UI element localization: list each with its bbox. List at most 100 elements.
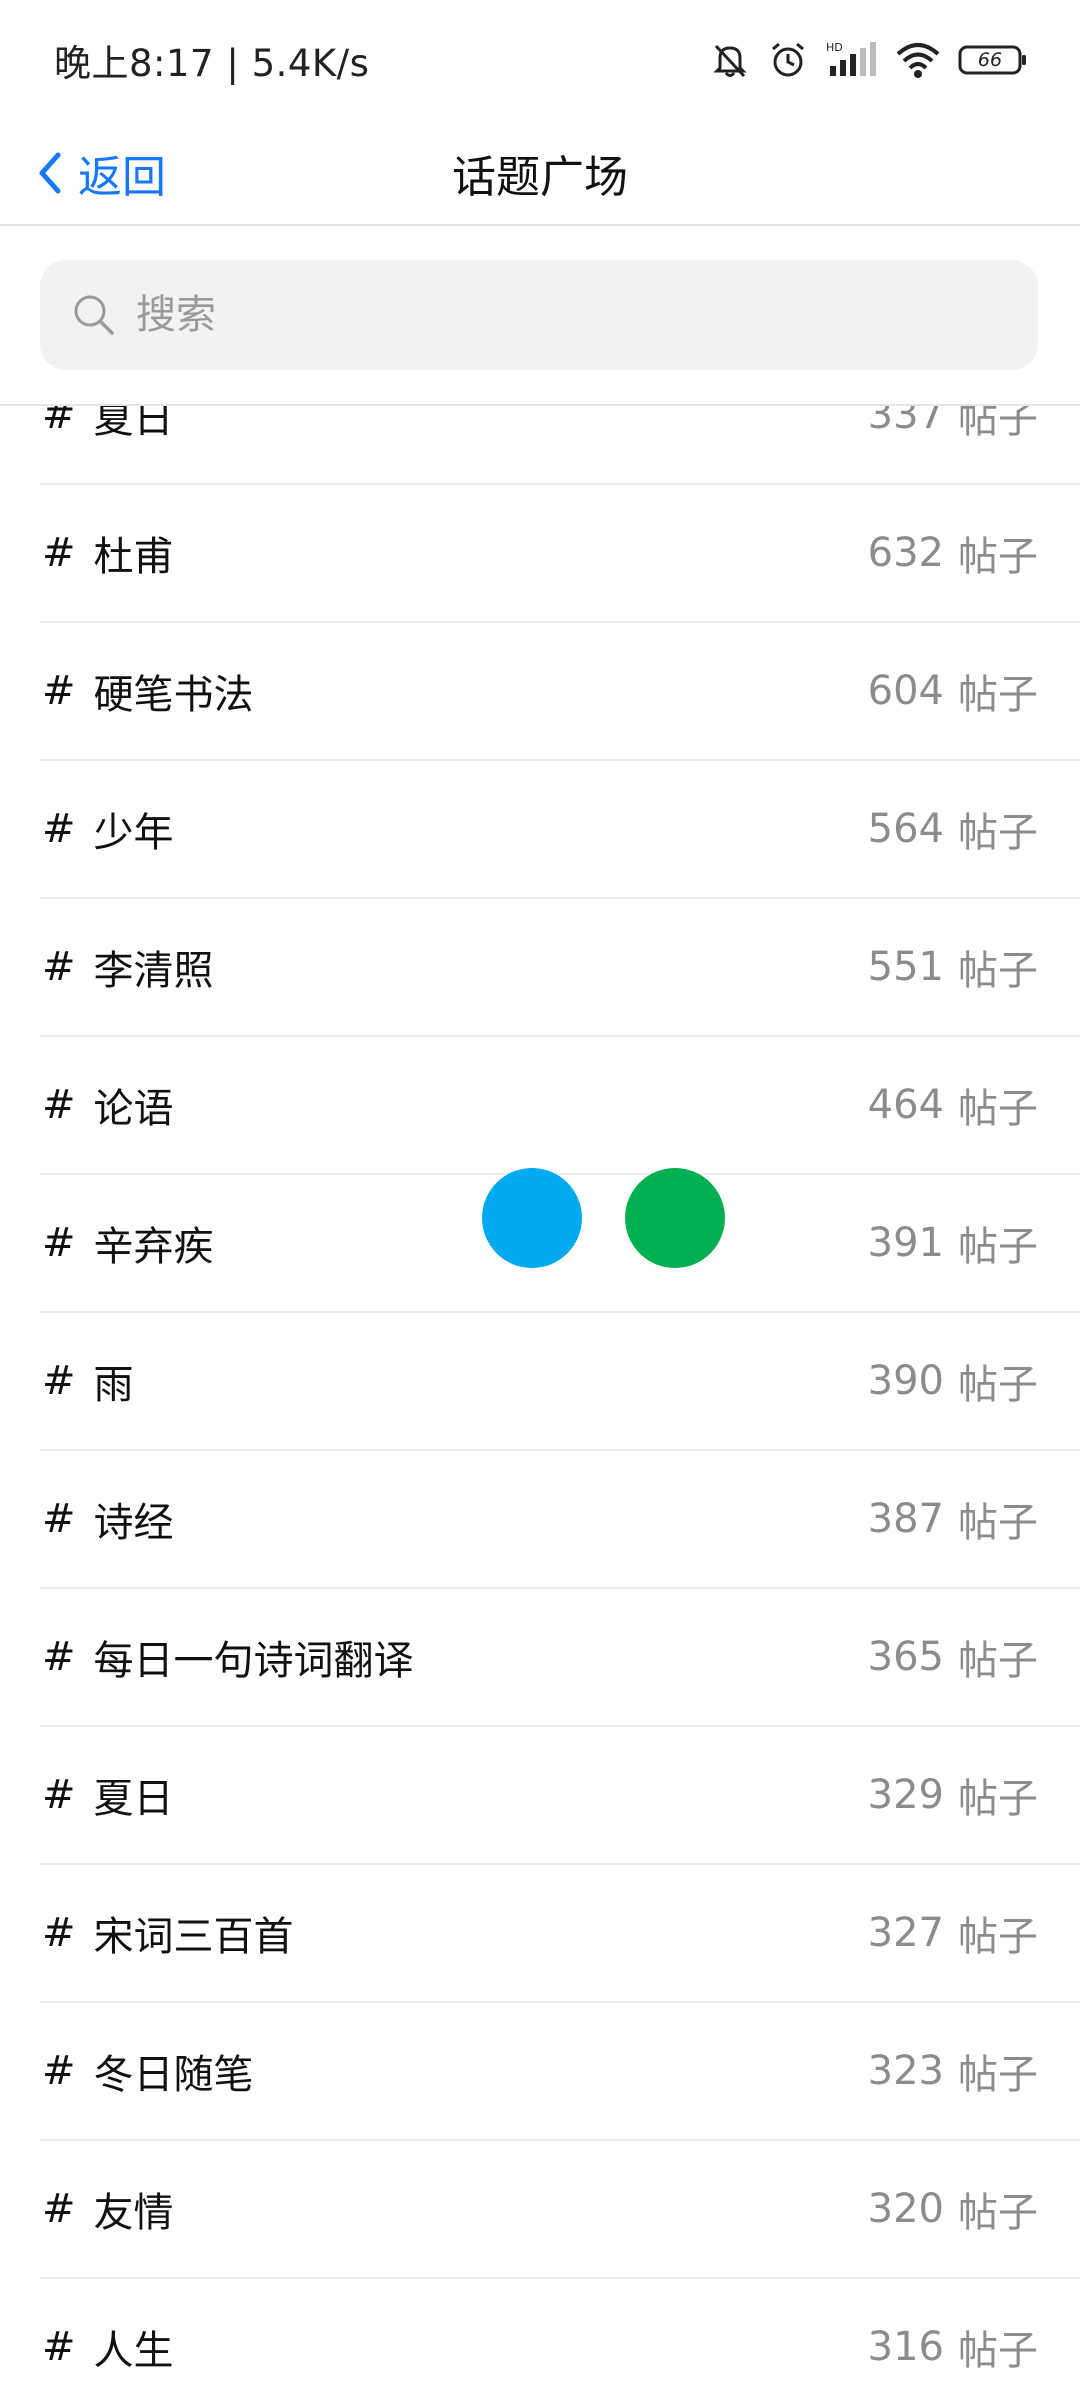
post-count-unit: 帖子 (958, 1914, 1038, 1960)
alarm-icon (772, 42, 804, 77)
topic-name-text: 论语 (93, 1086, 174, 1132)
topic-row[interactable]: # 少年 564 帖子 (40, 761, 1080, 899)
topic-row[interactable]: # 友情 320 帖子 (40, 2141, 1080, 2279)
topic-name-text: 诗经 (93, 1500, 174, 1546)
hash-symbol: # (42, 806, 76, 852)
topic-name-text: 宋词三百首 (93, 1914, 294, 1960)
topic-name: # 友情 (42, 2141, 174, 2277)
topic-name-text: 友情 (93, 2190, 174, 2236)
post-count-number: 464 (867, 1082, 944, 1128)
topic-name: # 硬笔书法 (42, 623, 254, 759)
topic-name: # 人生 (42, 2279, 174, 2400)
svg-text:HD: HD (826, 41, 843, 54)
post-count-number: 551 (867, 944, 944, 990)
wifi-icon (896, 43, 940, 78)
topic-row[interactable]: # 论语 464 帖子 (40, 1037, 1080, 1175)
post-count: 464 帖子 (868, 1037, 1038, 1173)
topic-name: # 宋词三百首 (42, 1865, 294, 2001)
post-count-number: 632 (867, 530, 944, 576)
topic-name-text: 杜甫 (93, 534, 174, 580)
topic-name-text: 每日一句诗词翻译 (93, 1638, 414, 1684)
blue-dot-overlay (482, 1168, 582, 1268)
topic-name: # 夏日 (42, 1727, 174, 1863)
hash-symbol: # (42, 1772, 76, 1818)
post-count: 327 帖子 (868, 1865, 1038, 2001)
post-count-number: 387 (867, 1496, 944, 1542)
signal-hd-icon: HD (826, 41, 876, 76)
post-count: 320 帖子 (868, 2141, 1038, 2277)
post-count-number: 323 (867, 2048, 944, 2094)
post-count-number: 564 (867, 806, 944, 852)
hash-symbol: # (42, 944, 76, 990)
topic-name-text: 硬笔书法 (93, 672, 254, 718)
topic-row[interactable]: # 诗经 387 帖子 (40, 1451, 1080, 1589)
battery-icon: 66 (958, 44, 1028, 76)
search-bar[interactable] (40, 260, 1038, 370)
topic-row[interactable]: # 每日一句诗词翻译 365 帖子 (40, 1589, 1080, 1727)
topic-name: # 李清照 (42, 899, 214, 1035)
post-count: 391 帖子 (868, 1175, 1038, 1311)
topic-name-text: 夏日 (93, 1776, 174, 1822)
post-count: 632 帖子 (868, 485, 1038, 621)
bell-muted-icon (713, 44, 747, 78)
post-count: 564 帖子 (868, 761, 1038, 897)
topic-row[interactable]: # 宋词三百首 327 帖子 (40, 1865, 1080, 2003)
post-count-number: 327 (867, 1910, 944, 1956)
status-bar: 晚上8:17 | 5.4K/s HD 66 (0, 0, 1080, 120)
hash-symbol: # (42, 530, 76, 576)
battery-level: 66 (977, 49, 1003, 71)
topic-row[interactable]: # 杜甫 632 帖子 (40, 485, 1080, 623)
hash-symbol: # (42, 2324, 76, 2370)
post-count: 337 帖子 (868, 404, 1038, 483)
post-count: 316 帖子 (868, 2279, 1038, 2400)
topic-name-text: 辛弃疾 (93, 1224, 214, 1270)
topic-name: # 每日一句诗词翻译 (42, 1589, 414, 1725)
hash-symbol: # (42, 2048, 76, 2094)
post-count: 387 帖子 (868, 1451, 1038, 1587)
topic-row[interactable]: # 硬笔书法 604 帖子 (40, 623, 1080, 761)
status-time-speed: 晚上8:17 | 5.4K/s (54, 42, 370, 85)
hash-symbol: # (42, 668, 76, 714)
hash-symbol: # (42, 1220, 76, 1266)
post-count-number: 365 (867, 1634, 944, 1680)
topic-row[interactable]: # 人生 316 帖子 (40, 2279, 1080, 2400)
post-count-number: 316 (867, 2324, 944, 2370)
post-count: 551 帖子 (868, 899, 1038, 1035)
topic-row[interactable]: # 夏日 337 帖子 (40, 404, 1080, 485)
post-count: 365 帖子 (868, 1589, 1038, 1725)
topic-list[interactable]: # 夏日 337 帖子 # 杜甫 632 帖子 # 硬笔书法 604 帖子 # 少年 564 帖子 # 李清照 55… (0, 404, 1080, 2400)
post-count-unit: 帖子 (958, 2190, 1038, 2236)
topic-row[interactable]: # 雨 390 帖子 (40, 1313, 1080, 1451)
search-input[interactable] (136, 292, 996, 338)
topic-name-text: 人生 (93, 2328, 174, 2374)
hash-symbol: # (42, 1358, 76, 1404)
topic-row[interactable]: # 李清照 551 帖子 (40, 899, 1080, 1037)
post-count: 323 帖子 (868, 2003, 1038, 2139)
hash-symbol: # (42, 1910, 76, 1956)
post-count: 329 帖子 (868, 1727, 1038, 1863)
post-count-unit: 帖子 (958, 404, 1038, 442)
topic-list-inner: # 夏日 337 帖子 # 杜甫 632 帖子 # 硬笔书法 604 帖子 # 少年 564 帖子 # 李清照 55… (0, 404, 1080, 2400)
post-count-unit: 帖子 (958, 1500, 1038, 1546)
hash-symbol: # (42, 1496, 76, 1542)
topic-row[interactable]: # 冬日随笔 323 帖子 (40, 2003, 1080, 2141)
post-count-number: 320 (867, 2186, 944, 2232)
hash-symbol: # (42, 1634, 76, 1680)
hash-symbol: # (42, 1082, 76, 1128)
post-count-number: 390 (867, 1358, 944, 1404)
topic-name-text: 夏日 (93, 404, 174, 442)
post-count-unit: 帖子 (958, 1638, 1038, 1684)
topic-name-text: 李清照 (93, 948, 214, 994)
topic-row[interactable]: # 夏日 329 帖子 (40, 1727, 1080, 1865)
topic-name: # 辛弃疾 (42, 1175, 214, 1311)
hash-symbol: # (42, 404, 76, 438)
post-count-unit: 帖子 (958, 1776, 1038, 1822)
post-count-unit: 帖子 (958, 672, 1038, 718)
topic-name: # 夏日 (42, 404, 174, 483)
post-count-unit: 帖子 (958, 1086, 1038, 1132)
page-title: 话题广场 (452, 152, 628, 203)
topic-name: # 少年 (42, 761, 174, 897)
nav-bar: 返回 话题广场 (0, 120, 1080, 226)
post-count-unit: 帖子 (958, 948, 1038, 994)
topic-name-text: 冬日随笔 (93, 2052, 254, 2098)
